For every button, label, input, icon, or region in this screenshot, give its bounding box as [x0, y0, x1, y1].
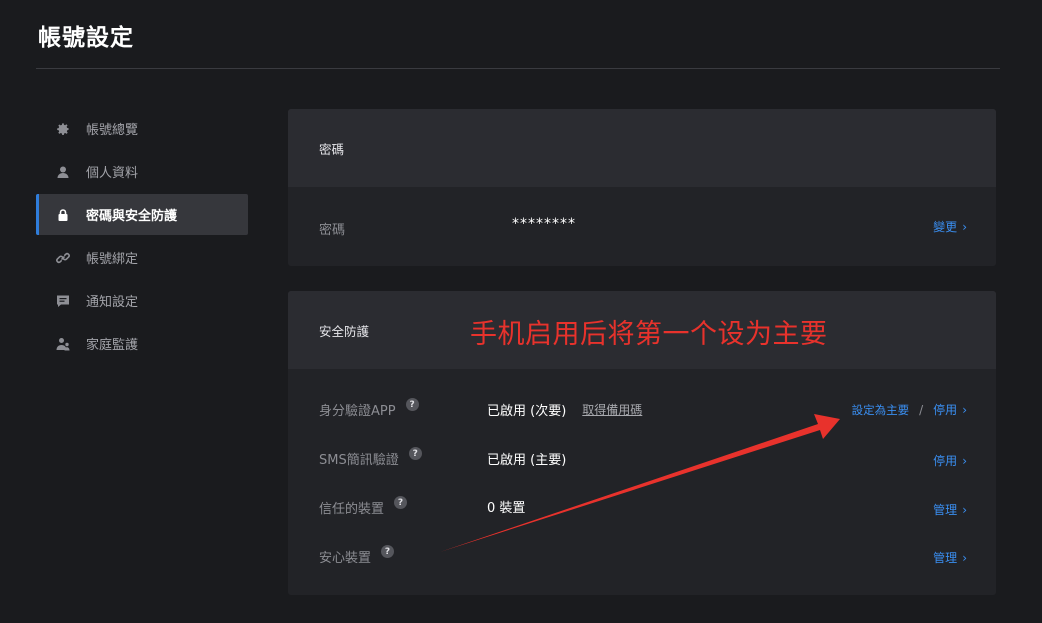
annotation-arrow [440, 414, 840, 552]
account-settings-page: 帳號設定 帳號總覽 個人資料 密碼與安全防護 帳號綁定 通知設定 家庭監護 密碼… [0, 0, 1042, 623]
